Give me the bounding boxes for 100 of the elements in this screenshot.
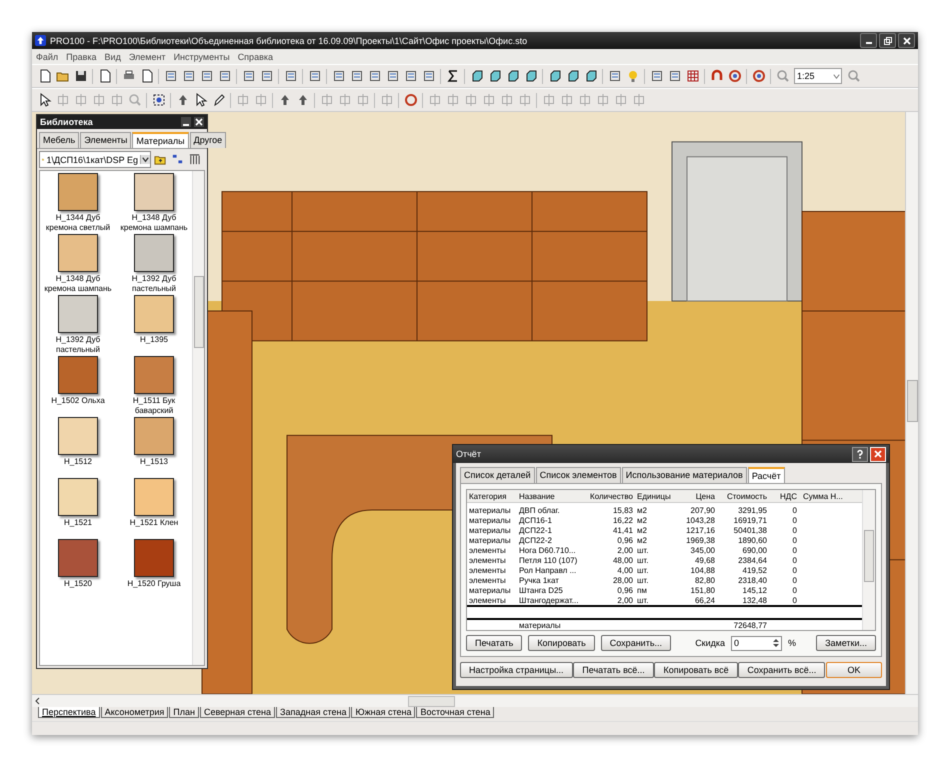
material-label: H_1520 Груша	[126, 579, 182, 589]
vertical-scrollbar[interactable]	[862, 490, 875, 630]
material-swatch[interactable]	[58, 295, 98, 333]
view-tab[interactable]: Южная стена	[351, 707, 416, 718]
material-label: H_1513	[138, 457, 170, 467]
notes-button[interactable]: Заметки...	[816, 635, 876, 651]
library-tab[interactable]: Материалы	[132, 132, 189, 148]
report-tab[interactable]: Список элементов	[536, 467, 621, 483]
table-cell-text: 345,00	[690, 546, 716, 554]
menu-item[interactable]: Вид	[104, 52, 121, 62]
table-cell-text: 0	[792, 556, 798, 564]
table-cell-text: 16919,71	[732, 516, 768, 524]
column-header[interactable]: НДС	[769, 492, 799, 500]
library-tab[interactable]: Мебель	[39, 132, 80, 148]
dialog-button[interactable]: OK	[826, 662, 882, 678]
table-cell-text: ДВП облаг.	[518, 506, 561, 514]
vertical-scrollbar[interactable]	[192, 171, 204, 665]
table-cell-text: элементы	[468, 596, 507, 604]
menu-item[interactable]: Инструменты	[174, 52, 230, 62]
target-icon[interactable]	[726, 67, 743, 85]
view-tab[interactable]: Восточная стена	[416, 707, 494, 718]
material-swatch[interactable]	[134, 173, 174, 211]
material-swatch[interactable]	[58, 478, 98, 516]
discount-field[interactable]: 0	[731, 636, 782, 650]
column-header[interactable]: Название	[517, 492, 587, 500]
restore-button[interactable]	[879, 33, 896, 48]
scroll-left-icon[interactable]	[34, 697, 42, 705]
lifebuoy-icon[interactable]	[750, 67, 767, 85]
table-cell-text: 145,12	[742, 586, 768, 594]
material-swatch[interactable]	[134, 417, 174, 455]
view-tab[interactable]: План	[169, 707, 199, 718]
menu-item[interactable]: Справка	[238, 52, 273, 62]
material-swatch[interactable]	[134, 478, 174, 516]
column-header[interactable]: Единицы	[635, 492, 673, 500]
material-swatch[interactable]	[134, 356, 174, 394]
spinner-arrows-icon[interactable]	[772, 637, 780, 649]
material-label: H_1392 Дуб пастельный	[54, 335, 102, 355]
dialog-button[interactable]: Сохранить всё...	[738, 662, 826, 678]
material-swatch[interactable]	[134, 295, 174, 333]
minimize-button[interactable]	[860, 33, 877, 48]
horizontal-scrollbar[interactable]	[32, 694, 918, 707]
view-tab[interactable]: Северная стена	[200, 707, 276, 718]
material-label: H_1521	[62, 518, 94, 528]
table-cell-text: шт.	[636, 566, 650, 574]
material-swatch[interactable]	[134, 539, 174, 577]
view-tab[interactable]: Аксонометрия	[100, 707, 168, 718]
material-swatch[interactable]	[58, 356, 98, 394]
material-swatch[interactable]	[58, 234, 98, 272]
material-label: H_1512	[62, 457, 94, 467]
table-cell-text: Штангодержат...	[518, 596, 580, 604]
lifebuoy-icon[interactable]	[402, 91, 419, 109]
column-header[interactable]: Категория	[467, 492, 517, 500]
column-header[interactable]: Количество	[587, 492, 635, 500]
table-cell-text: Нога D60.710...	[518, 546, 577, 554]
zoom-field[interactable]: 1:25	[794, 68, 842, 84]
action-button[interactable]: Сохранить...	[600, 635, 672, 651]
material-swatch[interactable]	[134, 234, 174, 272]
close-button[interactable]	[898, 33, 915, 48]
close-icon	[902, 36, 912, 46]
menu-item[interactable]: Элемент	[128, 52, 166, 62]
dialog-button[interactable]: Копировать всё	[654, 662, 738, 678]
column-header[interactable]: Стоимость	[717, 492, 769, 500]
report-tab[interactable]: Расчёт	[748, 467, 785, 483]
view-tab[interactable]: Западная стена	[276, 707, 350, 718]
library-tab[interactable]: Другое	[190, 132, 226, 148]
minimize-button[interactable]	[181, 117, 191, 127]
material-swatch[interactable]	[58, 539, 98, 577]
table-cell-text: 4,00	[616, 566, 634, 574]
report-tab[interactable]: Список деталей	[460, 467, 535, 483]
scrollbar-thumb[interactable]	[408, 696, 455, 707]
vertical-scrollbar[interactable]	[905, 112, 918, 694]
table-cell-text: 28,00	[612, 576, 634, 584]
column-header[interactable]: Цена	[673, 492, 717, 500]
table-cell-text: шт.	[636, 576, 650, 584]
report-tab[interactable]: Использование материалов	[622, 467, 747, 483]
dialog-button[interactable]: Настройка страницы...	[460, 662, 573, 678]
action-button[interactable]: Печатать	[466, 635, 522, 651]
dialog-title: Отчёт	[456, 449, 481, 459]
menu-item[interactable]: Файл	[36, 52, 58, 62]
material-swatch[interactable]	[58, 173, 98, 211]
app-arrow-icon	[35, 35, 46, 46]
dialog-button[interactable]: Печатать всё...	[573, 662, 654, 678]
help-button[interactable]	[852, 446, 868, 462]
material-swatch[interactable]	[58, 417, 98, 455]
total-label: материалы	[518, 620, 562, 630]
table-cell-text: 132,48	[742, 596, 768, 604]
table-cell-text: 2,00	[616, 546, 634, 554]
table-cell-text: 0	[792, 586, 798, 594]
column-header[interactable]: Сумма Н...	[799, 492, 849, 500]
menu-item[interactable]: Правка	[66, 52, 97, 62]
folder-path-dropdown[interactable]: 1\ДСП16\1кат\DSP Eg	[39, 151, 151, 168]
library-tab[interactable]: Элементы	[80, 132, 132, 148]
view-tab[interactable]: Перспектива	[38, 707, 100, 718]
table-cell-text: 48,00	[612, 556, 634, 564]
table-cell-text: 49,68	[694, 556, 716, 564]
table-cell-text: 66,24	[694, 596, 716, 604]
action-button[interactable]: Копировать	[528, 635, 595, 651]
table-cell-text: 3291,95	[737, 506, 768, 514]
table-cell-text: 1043,28	[685, 516, 716, 524]
columns-icon[interactable]	[187, 152, 202, 167]
